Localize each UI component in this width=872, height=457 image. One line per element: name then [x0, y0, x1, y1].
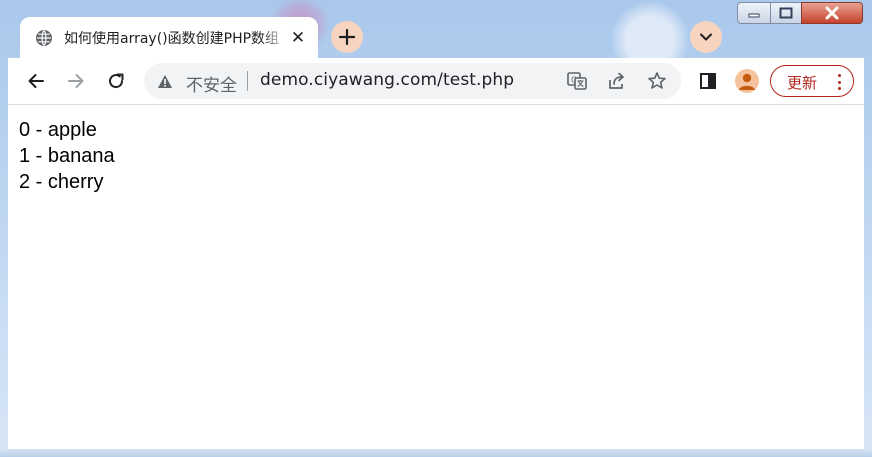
- maximize-icon: [779, 7, 793, 19]
- tab-close-icon[interactable]: ✕: [288, 28, 308, 48]
- bookmark-star-icon[interactable]: [645, 69, 669, 93]
- tab-active[interactable]: 如何使用array()函数创建PHP数组 ✕: [20, 17, 318, 58]
- tab-search-button[interactable]: [690, 21, 722, 53]
- list-item: 1 - banana: [19, 145, 115, 167]
- warning-icon[interactable]: [156, 72, 174, 90]
- list-item: 0 - apple: [19, 119, 97, 141]
- security-status-label[interactable]: 不安全: [186, 71, 237, 96]
- page-content: 0 - apple 1 - banana 2 - cherry: [8, 105, 864, 449]
- update-button[interactable]: 更新: [770, 65, 854, 97]
- browser-window: 如何使用array()函数创建PHP数组 ✕ 不安全 demo.ciyawang…: [8, 0, 864, 449]
- side-panel-button[interactable]: [693, 66, 723, 96]
- reload-button[interactable]: [101, 66, 131, 96]
- address-bar[interactable]: 不安全 demo.ciyawang.com/test.php G: [144, 63, 681, 99]
- maximize-button[interactable]: [770, 2, 802, 24]
- divider: [247, 71, 248, 91]
- arrow-right-icon: [68, 74, 84, 88]
- url-text[interactable]: demo.ciyawang.com/test.php: [260, 70, 514, 90]
- arrow-left-icon: [28, 74, 44, 88]
- minimize-icon: [748, 13, 760, 18]
- translate-icon[interactable]: G: [565, 69, 589, 93]
- share-icon[interactable]: [605, 69, 629, 93]
- reload-icon: [109, 73, 124, 89]
- output-list: 0 - apple 1 - banana 2 - cherry: [19, 117, 115, 195]
- plus-icon: [339, 29, 355, 45]
- back-button[interactable]: [21, 66, 51, 96]
- forward-button[interactable]: [61, 66, 91, 96]
- close-icon: [825, 6, 839, 20]
- window-frame-bottom: [0, 449, 872, 457]
- list-item: 2 - cherry: [19, 171, 104, 193]
- profile-avatar-icon[interactable]: [735, 69, 759, 93]
- side-panel-icon: [700, 73, 716, 89]
- globe-icon: [34, 28, 54, 48]
- new-tab-button[interactable]: [331, 21, 363, 53]
- browser-toolbar: 不安全 demo.ciyawang.com/test.php G 更新: [8, 58, 864, 105]
- tab-strip: 如何使用array()函数创建PHP数组 ✕: [8, 0, 864, 58]
- tab-title: 如何使用array()函数创建PHP数组: [64, 30, 280, 47]
- minimize-button[interactable]: [737, 2, 771, 24]
- more-menu-icon[interactable]: [831, 72, 847, 92]
- update-button-label: 更新: [787, 74, 818, 92]
- window-close-button[interactable]: [801, 2, 863, 24]
- chevron-down-icon: [700, 33, 712, 41]
